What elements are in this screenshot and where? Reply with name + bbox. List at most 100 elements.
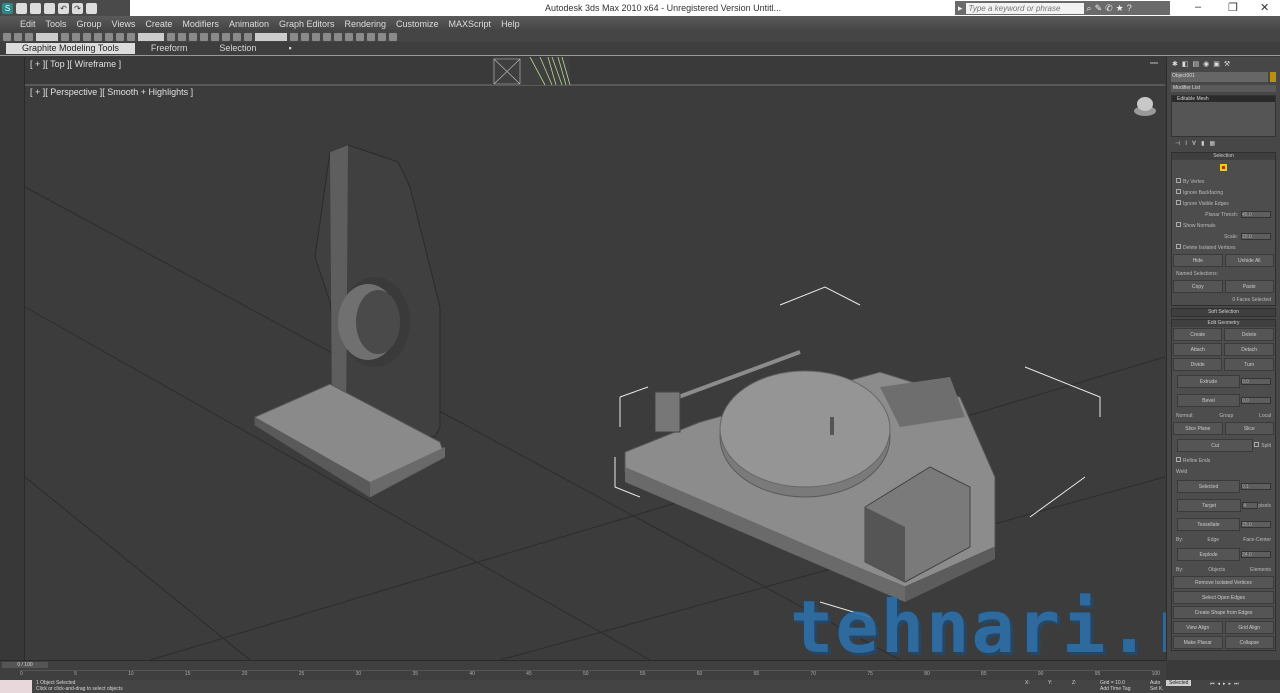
scale-icon[interactable] [127,32,135,41]
refine-ends-checkbox[interactable] [1176,457,1181,462]
utilities-tab-icon[interactable]: ⚒ [1224,60,1230,68]
app-logo-icon[interactable]: S [2,2,13,14]
select-object-icon[interactable] [61,32,69,41]
move-icon[interactable] [105,32,113,41]
save-icon[interactable] [44,2,55,14]
new-file-icon[interactable] [16,2,27,14]
align-icon[interactable] [301,32,309,41]
modifier-list-dropdown[interactable]: Modifier List [1171,85,1276,92]
soft-selection-rollout-header[interactable]: Soft Selection [1172,309,1275,316]
weld-threshold-spinner[interactable]: 0.1 [1241,483,1271,490]
pivot-icon[interactable] [167,32,175,41]
timeline[interactable]: 0 / 100 0 5 10 15 20 25 30 35 40 45 50 55 60 65 70 75 80… [0,660,1166,680]
tessellate-spinner[interactable]: 25.0 [1241,521,1271,528]
slice-button[interactable]: Slice [1224,422,1274,435]
minimize-button[interactable]: – [1195,1,1201,13]
play-icon[interactable]: ▸ [1223,681,1226,687]
normal-local-radio[interactable]: Local [1259,413,1271,419]
go-to-end-icon[interactable]: ⏭ [1234,681,1239,687]
perspective-viewport-label[interactable]: [ + ][ Perspective ][ Smooth + Highlight… [30,87,193,98]
menu-help[interactable]: Help [501,19,520,29]
remove-modifier-icon[interactable]: ▮ [1201,140,1204,147]
menu-maxscript[interactable]: MAXScript [449,19,492,29]
paste-button[interactable]: Paste [1224,280,1274,293]
menu-group[interactable]: Group [77,19,102,29]
time-slider[interactable]: 0 / 100 [2,662,48,668]
menu-edit[interactable]: Edit [20,19,36,29]
menu-tools[interactable]: Tools [46,19,67,29]
keyboard-shortcut-icon[interactable] [189,32,197,41]
mirror-icon[interactable] [290,32,298,41]
curve-editor-icon[interactable] [334,32,342,41]
hide-button[interactable]: Hide [1173,254,1223,267]
bind-space-warp-icon[interactable] [25,32,33,41]
bevel-button[interactable]: Bevel [1177,394,1240,407]
view-align-button[interactable]: View Align [1173,621,1223,634]
redo-icon[interactable]: ↷ [72,2,83,14]
prev-frame-icon[interactable]: ◂ [1218,681,1221,687]
set-key-label[interactable]: Set K. [1150,686,1164,692]
viewcube-icon[interactable] [1134,97,1156,116]
explode-button[interactable]: Explode [1177,548,1240,561]
copy-button[interactable]: Copy [1173,280,1223,293]
maxscript-listener[interactable] [0,680,32,693]
weld-target-button[interactable]: Target [1177,499,1242,512]
schematic-view-icon[interactable] [345,32,353,41]
elements-radio[interactable]: Elements [1250,567,1271,573]
object-color-swatch[interactable] [1270,72,1276,82]
explode-spinner[interactable]: 24.0 [1241,551,1271,558]
menu-graph-editors[interactable]: Graph Editors [279,19,335,29]
display-tab-icon[interactable]: ▣ [1213,60,1220,68]
tab-graphite-modeling-tools[interactable]: Graphite Modeling Tools [6,43,135,54]
ignore-visible-edges-checkbox[interactable] [1176,200,1181,205]
select-open-edges-button[interactable]: Select Open Edges [1173,591,1274,604]
planar-thresh-spinner[interactable]: 45.0 [1241,211,1271,218]
make-planar-button[interactable]: Make Planar [1173,636,1223,649]
object-name-field[interactable]: Object001 [1171,72,1268,82]
scale-spinner[interactable]: 20.0 [1241,233,1271,240]
delete-button[interactable]: Delete [1224,328,1274,341]
material-editor-icon[interactable] [356,32,364,41]
z-coord[interactable]: Z: [1072,680,1076,686]
favorites-star-icon[interactable]: ★ [1116,3,1124,14]
normal-group-radio[interactable]: Group [1219,413,1233,419]
bevel-spinner[interactable]: 0.0 [1241,397,1271,404]
x-coord[interactable]: X: [1025,680,1030,686]
undo-icon[interactable]: ↶ [58,2,69,14]
motion-tab-icon[interactable]: ◉ [1203,60,1209,68]
selection-filter-dropdown[interactable] [36,32,58,41]
unlink-icon[interactable] [14,32,22,41]
remove-isolated-button[interactable]: Remove Isolated Vertices [1173,576,1274,589]
wrench-icon[interactable]: ✎ [1095,3,1103,14]
menu-customize[interactable]: Customize [396,19,439,29]
tessellate-button[interactable]: Tessellate [1177,518,1240,531]
tab-freeform[interactable]: Freeform [135,43,204,54]
top-viewport-label[interactable]: [ + ][ Top ][ Wireframe ] [30,59,121,70]
unhide-all-button[interactable]: Unhide All [1224,254,1274,267]
tab-selection[interactable]: Selection [203,43,272,54]
satellite-icon[interactable]: ✆ [1105,3,1113,14]
show-end-result-icon[interactable]: Ⅰ [1185,140,1187,147]
render-icon[interactable] [389,32,397,41]
menu-create[interactable]: Create [145,19,172,29]
modify-tab-icon[interactable]: ◧ [1182,60,1189,68]
extrude-button[interactable]: Extrude [1177,375,1240,388]
menu-rendering[interactable]: Rendering [345,19,387,29]
grid-align-button[interactable]: Grid Align [1224,621,1274,634]
viewport-area[interactable]: [ + ][ Top ][ Wireframe ] [ + ][ Perspec… [0,57,1165,660]
detach-button[interactable]: Detach [1224,343,1274,356]
select-by-name-icon[interactable] [72,32,80,41]
search-input[interactable] [965,2,1084,14]
snap-toggle-icon[interactable] [200,32,208,41]
layer-manager-icon[interactable] [312,32,320,41]
key-filter-dropdown[interactable]: Selected [1166,680,1192,686]
edge-radio[interactable]: Edge [1207,537,1219,543]
turn-button[interactable]: Turn [1224,358,1274,371]
rendered-frame-icon[interactable] [378,32,386,41]
menu-modifiers[interactable]: Modifiers [182,19,219,29]
select-link-icon[interactable] [3,32,11,41]
rect-selection-icon[interactable] [83,32,91,41]
element-subobject-icon[interactable] [1220,164,1227,171]
binoculars-icon[interactable]: ⌕ [1087,3,1092,14]
objects-radio[interactable]: Objects [1208,567,1225,573]
